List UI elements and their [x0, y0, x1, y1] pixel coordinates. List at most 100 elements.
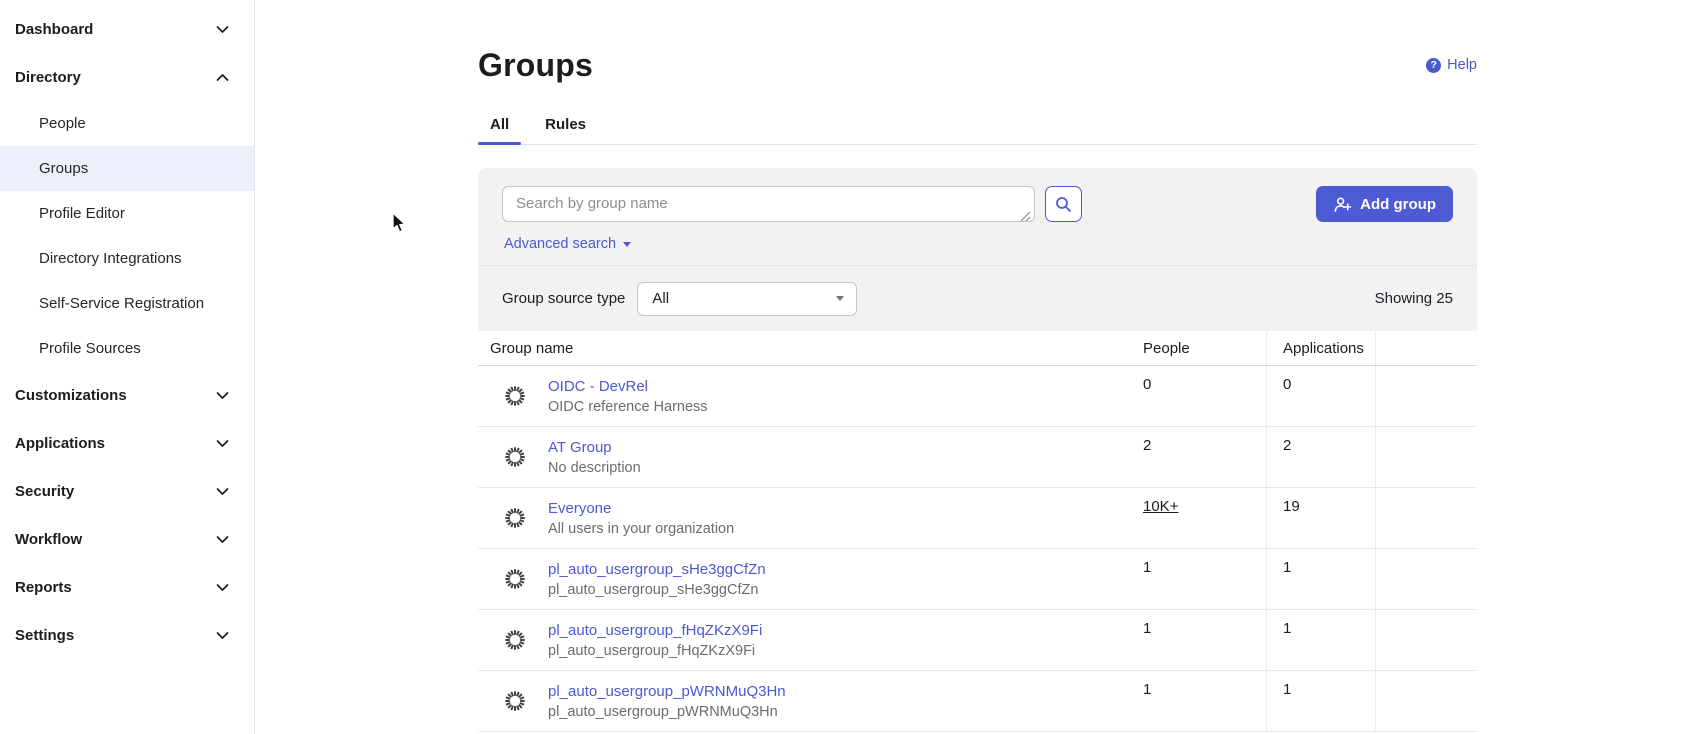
sidebar-item-self-service-registration[interactable]: Self-Service Registration	[0, 281, 254, 326]
table-row: pl_auto_usergroup_sHe3ggCfZn pl_auto_user…	[478, 549, 1477, 610]
sidebar-item-directory[interactable]: Directory	[0, 53, 254, 101]
group-name-link[interactable]: pl_auto_usergroup_pWRNMuQ3Hn	[548, 683, 786, 700]
select-caret-icon	[836, 296, 844, 301]
add-group-icon	[1333, 195, 1352, 214]
row-spacer	[1376, 366, 1477, 426]
sidebar-item-label: Security	[15, 483, 74, 500]
group-name-block: pl_auto_usergroup_fHqZKzX9Fi pl_auto_user…	[548, 622, 762, 659]
group-description: All users in your organization	[548, 521, 734, 537]
sidebar-item-label: Workflow	[15, 531, 82, 548]
row-spacer	[1376, 427, 1477, 487]
help-icon: ?	[1426, 58, 1441, 73]
filter-panel: Add group Advanced search Group source t…	[478, 168, 1477, 331]
people-count-cell: 1	[1129, 549, 1266, 609]
group-icon	[504, 446, 526, 468]
resize-grip-icon[interactable]	[1020, 211, 1031, 222]
sidebar-item-applications[interactable]: Applications	[0, 419, 254, 467]
chevron-down-icon	[216, 631, 229, 640]
group-icon	[504, 629, 526, 651]
people-count: 1	[1143, 620, 1151, 637]
group-source-type-label: Group source type	[502, 290, 625, 307]
advanced-search-label: Advanced search	[504, 236, 616, 252]
search-section: Add group Advanced search	[478, 168, 1477, 265]
group-name-block: pl_auto_usergroup_pWRNMuQ3Hnpl_auto_user…	[548, 683, 786, 720]
sidebar-item-security[interactable]: Security	[0, 467, 254, 515]
add-group-button[interactable]: Add group	[1316, 186, 1453, 222]
sidebar-item-label: Groups	[39, 160, 88, 177]
sidebar-item-reports[interactable]: Reports	[0, 563, 254, 611]
sidebar-item-customizations[interactable]: Customizations	[0, 371, 254, 419]
group-description: pl_auto_usergroup_sHe3ggCfZn	[548, 582, 766, 598]
sidebar-item-workflow[interactable]: Workflow	[0, 515, 254, 563]
group-description: pl_auto_usergroup_fHqZKzX9Fi	[548, 643, 762, 659]
people-count-cell: 2	[1129, 427, 1266, 487]
sidebar-item-dashboard[interactable]: Dashboard	[0, 5, 254, 53]
sidebar-item-settings[interactable]: Settings	[0, 611, 254, 659]
chevron-down-icon	[216, 487, 229, 496]
applications-count-cell: 19	[1266, 488, 1376, 548]
table-row: Everyone All users in your organization 10…	[478, 488, 1477, 549]
applications-count: 1	[1283, 620, 1291, 637]
group-name-link[interactable]: pl_auto_usergroup_sHe3ggCfZn	[548, 561, 766, 578]
help-link[interactable]: ? Help	[1426, 57, 1477, 73]
help-label: Help	[1447, 57, 1477, 73]
group-source-type-select[interactable]: All	[637, 282, 857, 316]
okta-admin-app: Dashboard Directory People Groups Profile Ed…	[0, 0, 1687, 734]
sidebar-item-profile-editor[interactable]: Profile Editor	[0, 191, 254, 236]
group-icon	[504, 385, 526, 407]
sidebar-item-label: Reports	[15, 579, 72, 596]
table-row: pl_auto_usergroup_pWRNMuQ3Hnpl_auto_user…	[478, 671, 1477, 732]
people-count-cell: 0	[1129, 366, 1266, 426]
table-row: AT GroupNo description 22	[478, 427, 1477, 488]
advanced-search-link[interactable]: Advanced search	[504, 236, 631, 252]
search-button[interactable]	[1045, 186, 1082, 222]
page-header: Groups ? Help	[478, 46, 1477, 84]
group-name-block: Everyone All users in your organization	[548, 500, 734, 537]
group-name-cell: pl_auto_usergroup_pWRNMuQ3Hnpl_auto_user…	[478, 671, 1129, 731]
mouse-cursor	[391, 212, 411, 234]
applications-count: 1	[1283, 681, 1291, 698]
source-type-section: Group source type All Showing 25	[478, 266, 1477, 331]
chevron-up-icon	[216, 73, 229, 82]
applications-count-cell: 2	[1266, 427, 1376, 487]
applications-count: 0	[1283, 376, 1291, 393]
sidebar-item-directory-integrations[interactable]: Directory Integrations	[0, 236, 254, 281]
search-icon	[1055, 196, 1072, 213]
group-name-block: AT GroupNo description	[548, 439, 641, 476]
column-header-people: People	[1129, 340, 1266, 357]
group-name-link[interactable]: OIDC - DevRel	[548, 378, 648, 395]
tab-rules[interactable]: Rules	[533, 107, 598, 144]
group-name-link[interactable]: pl_auto_usergroup_fHqZKzX9Fi	[548, 622, 762, 639]
tab-all[interactable]: All	[478, 107, 521, 144]
chevron-down-icon	[216, 25, 229, 34]
sidebar-item-profile-sources[interactable]: Profile Sources	[0, 326, 254, 371]
group-icon	[504, 690, 526, 712]
chevron-down-icon	[216, 583, 229, 592]
sidebar-item-label: Settings	[15, 627, 74, 644]
applications-count: 2	[1283, 437, 1291, 454]
chevron-down-icon	[216, 535, 229, 544]
sidebar-item-label: Directory	[15, 69, 81, 86]
group-name-cell: AT GroupNo description	[478, 427, 1129, 487]
groups-table-body: OIDC - DevRelOIDC reference Harness00AT …	[478, 366, 1477, 732]
row-spacer	[1376, 549, 1477, 609]
group-name-link[interactable]: Everyone	[548, 500, 611, 517]
applications-count-cell: 1	[1266, 671, 1376, 731]
sidebar-item-label: Dashboard	[15, 21, 93, 38]
people-count-link[interactable]: 10K+	[1143, 498, 1178, 515]
applications-count-cell: 0	[1266, 366, 1376, 426]
sidebar-item-people[interactable]: People	[0, 101, 254, 146]
people-count-cell: 1	[1129, 671, 1266, 731]
table-row: pl_auto_usergroup_fHqZKzX9Fi pl_auto_user…	[478, 610, 1477, 671]
group-name-cell: OIDC - DevRelOIDC reference Harness	[478, 366, 1129, 426]
sidebar-item-groups[interactable]: Groups	[0, 146, 254, 191]
column-header-group-name: Group name	[478, 340, 1129, 357]
row-spacer	[1376, 671, 1477, 731]
group-name-cell: Everyone All users in your organization	[478, 488, 1129, 548]
table-header: Group name People Applications	[478, 331, 1477, 366]
group-name-link[interactable]: AT Group	[548, 439, 612, 456]
group-search-input[interactable]	[502, 186, 1035, 222]
table-row: OIDC - DevRelOIDC reference Harness00	[478, 366, 1477, 427]
group-icon	[504, 507, 526, 529]
sidebar-nav: Dashboard Directory People Groups Profile Ed…	[0, 5, 254, 659]
